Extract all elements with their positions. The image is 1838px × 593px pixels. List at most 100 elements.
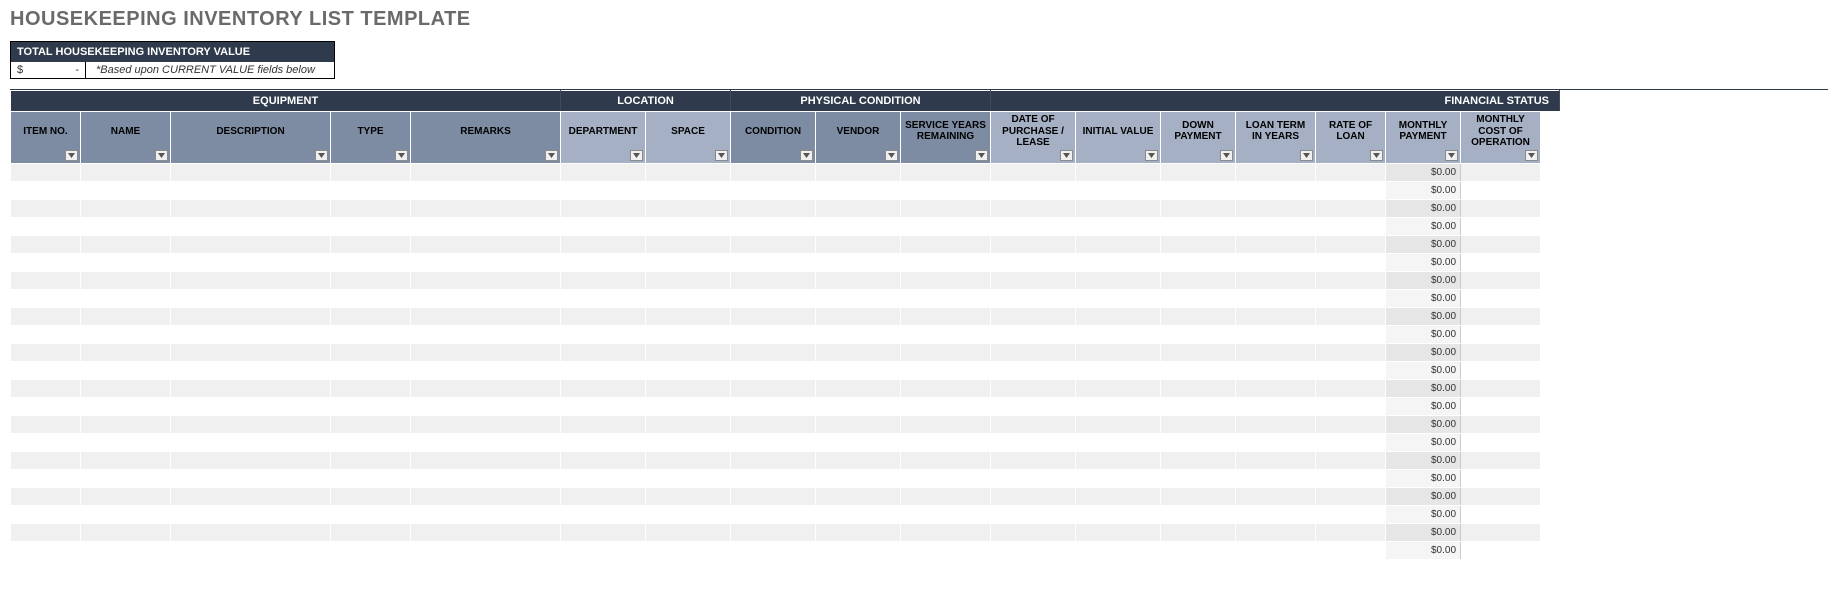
column-header[interactable]: NAME [81,112,171,164]
cell[interactable] [1236,505,1316,523]
cell[interactable] [1076,451,1161,469]
cell[interactable] [731,415,816,433]
cell[interactable] [561,379,646,397]
cell[interactable] [646,433,731,451]
cell[interactable] [646,397,731,415]
cell[interactable] [1161,361,1236,379]
cell[interactable] [11,325,81,343]
cell[interactable] [1461,235,1541,253]
cell[interactable]: $0.00 [1386,289,1461,307]
cell[interactable] [1461,253,1541,271]
cell[interactable] [816,217,901,235]
cell[interactable] [1161,199,1236,217]
cell[interactable] [731,505,816,523]
filter-dropdown-icon[interactable] [395,150,408,161]
cell[interactable] [901,307,991,325]
cell[interactable] [646,415,731,433]
cell[interactable] [816,505,901,523]
cell[interactable] [1076,505,1161,523]
cell[interactable] [901,451,991,469]
cell[interactable] [11,415,81,433]
cell[interactable]: $0.00 [1386,379,1461,397]
cell[interactable] [731,469,816,487]
cell[interactable] [11,181,81,199]
cell[interactable] [991,289,1076,307]
filter-dropdown-icon[interactable] [1370,150,1383,161]
cell[interactable] [1461,163,1541,181]
column-header[interactable]: DESCRIPTION [171,112,331,164]
cell[interactable] [11,397,81,415]
cell[interactable] [171,523,331,541]
cell[interactable] [1461,325,1541,343]
cell[interactable] [11,289,81,307]
cell[interactable] [1161,163,1236,181]
cell[interactable] [11,433,81,451]
cell[interactable] [411,397,561,415]
cell[interactable] [646,199,731,217]
cell[interactable] [1076,217,1161,235]
cell[interactable]: $0.00 [1386,451,1461,469]
cell[interactable] [901,469,991,487]
cell[interactable] [731,523,816,541]
column-header[interactable]: DEPARTMENT [561,112,646,164]
cell[interactable]: $0.00 [1386,325,1461,343]
cell[interactable] [81,271,171,289]
cell[interactable] [561,325,646,343]
cell[interactable] [81,181,171,199]
cell[interactable] [646,253,731,271]
cell[interactable] [991,397,1076,415]
cell[interactable] [1076,361,1161,379]
cell[interactable] [331,307,411,325]
filter-dropdown-icon[interactable] [315,150,328,161]
cell[interactable] [11,361,81,379]
cell[interactable] [331,163,411,181]
cell[interactable] [1076,433,1161,451]
cell[interactable] [1461,271,1541,289]
cell[interactable] [731,343,816,361]
cell[interactable] [1161,397,1236,415]
cell[interactable] [991,343,1076,361]
cell[interactable] [1461,217,1541,235]
cell[interactable] [991,415,1076,433]
cell[interactable] [816,379,901,397]
cell[interactable] [171,271,331,289]
cell[interactable] [991,361,1076,379]
cell[interactable] [411,433,561,451]
cell[interactable] [171,361,331,379]
cell[interactable] [731,235,816,253]
filter-dropdown-icon[interactable] [545,150,558,161]
cell[interactable] [81,199,171,217]
cell[interactable] [1316,361,1386,379]
cell[interactable] [1236,271,1316,289]
cell[interactable] [411,469,561,487]
cell[interactable] [901,487,991,505]
cell[interactable] [81,253,171,271]
filter-dropdown-icon[interactable] [1145,150,1158,161]
cell[interactable] [331,289,411,307]
cell[interactable] [171,307,331,325]
cell[interactable] [901,523,991,541]
cell[interactable] [331,415,411,433]
cell[interactable] [1161,325,1236,343]
cell[interactable] [731,379,816,397]
cell[interactable]: $0.00 [1386,397,1461,415]
column-header[interactable]: DOWN PAYMENT [1161,112,1236,164]
cell[interactable] [411,343,561,361]
cell[interactable] [1236,541,1316,559]
cell[interactable] [901,343,991,361]
cell[interactable] [901,379,991,397]
cell[interactable] [171,433,331,451]
cell[interactable] [1076,397,1161,415]
cell[interactable] [1316,397,1386,415]
cell[interactable] [816,361,901,379]
cell[interactable] [901,163,991,181]
cell[interactable] [646,235,731,253]
cell[interactable] [816,325,901,343]
cell[interactable] [816,181,901,199]
cell[interactable] [171,487,331,505]
cell[interactable] [991,235,1076,253]
cell[interactable] [816,271,901,289]
column-header[interactable]: VENDOR [816,112,901,164]
cell[interactable] [11,541,81,559]
cell[interactable] [816,163,901,181]
